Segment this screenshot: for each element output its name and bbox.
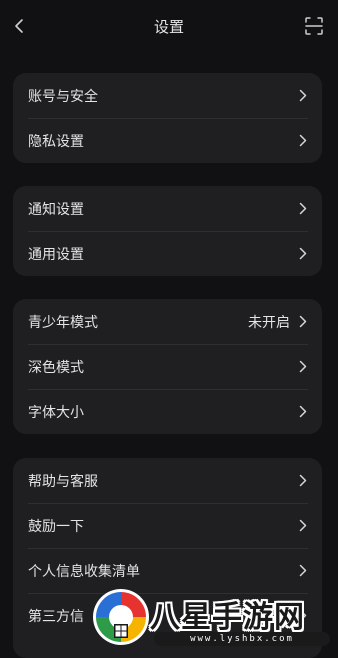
settings-item-label: 帮助与客服 bbox=[28, 473, 98, 490]
settings-item-privacy[interactable]: 隐私设置 bbox=[13, 118, 322, 163]
chevron-right-icon bbox=[298, 89, 308, 103]
chevron-right-icon bbox=[298, 519, 308, 533]
settings-item-account-security[interactable]: 账号与安全 bbox=[13, 73, 322, 118]
chevron-right-icon bbox=[298, 405, 308, 419]
chevron-right-icon bbox=[298, 134, 308, 148]
chevron-right-icon bbox=[298, 247, 308, 261]
settings-item-label: 通用设置 bbox=[28, 246, 84, 263]
watermark-title: 八星手游网 bbox=[150, 600, 305, 635]
settings-item-label: 通知设置 bbox=[28, 201, 84, 218]
watermark-logo-icon bbox=[93, 589, 149, 645]
nav-bar: 设置 bbox=[0, 0, 338, 52]
chevron-right-icon bbox=[298, 474, 308, 488]
settings-item-label: 隐私设置 bbox=[28, 133, 84, 150]
chevron-right-icon bbox=[298, 564, 308, 578]
chevron-right-icon bbox=[298, 202, 308, 216]
settings-item-font-size[interactable]: 字体大小 bbox=[13, 389, 322, 434]
scan-icon bbox=[305, 17, 323, 35]
scan-button[interactable] bbox=[304, 16, 324, 36]
settings-item-label: 深色模式 bbox=[28, 359, 84, 376]
settings-group-display: 青少年模式 未开启 深色模式 字体大小 bbox=[13, 299, 322, 434]
settings-item-label: 字体大小 bbox=[28, 404, 84, 421]
site-watermark: 八星手游网 www.lyshbx.com bbox=[90, 586, 335, 651]
settings-item-notifications[interactable]: 通知设置 bbox=[13, 186, 322, 231]
settings-item-dark-mode[interactable]: 深色模式 bbox=[13, 344, 322, 389]
settings-group-account: 账号与安全 隐私设置 bbox=[13, 73, 322, 163]
teen-mode-status: 未开启 bbox=[248, 314, 290, 331]
settings-item-label: 个人信息收集清单 bbox=[28, 563, 140, 580]
page-title: 设置 bbox=[153, 18, 184, 36]
chevron-right-icon bbox=[298, 360, 308, 374]
watermark-url: www.lyshbx.com bbox=[154, 632, 330, 646]
settings-group-general: 通知设置 通用设置 bbox=[13, 186, 322, 276]
settings-item-general[interactable]: 通用设置 bbox=[13, 231, 322, 276]
settings-item-label: 青少年模式 bbox=[28, 314, 98, 331]
settings-item-encourage[interactable]: 鼓励一下 bbox=[13, 503, 322, 548]
settings-item-label: 账号与安全 bbox=[28, 88, 98, 105]
settings-item-help[interactable]: 帮助与客服 bbox=[13, 458, 322, 503]
chevron-right-icon bbox=[298, 315, 308, 329]
settings-item-teen-mode[interactable]: 青少年模式 未开启 bbox=[13, 299, 322, 344]
settings-item-label: 鼓励一下 bbox=[28, 518, 84, 535]
